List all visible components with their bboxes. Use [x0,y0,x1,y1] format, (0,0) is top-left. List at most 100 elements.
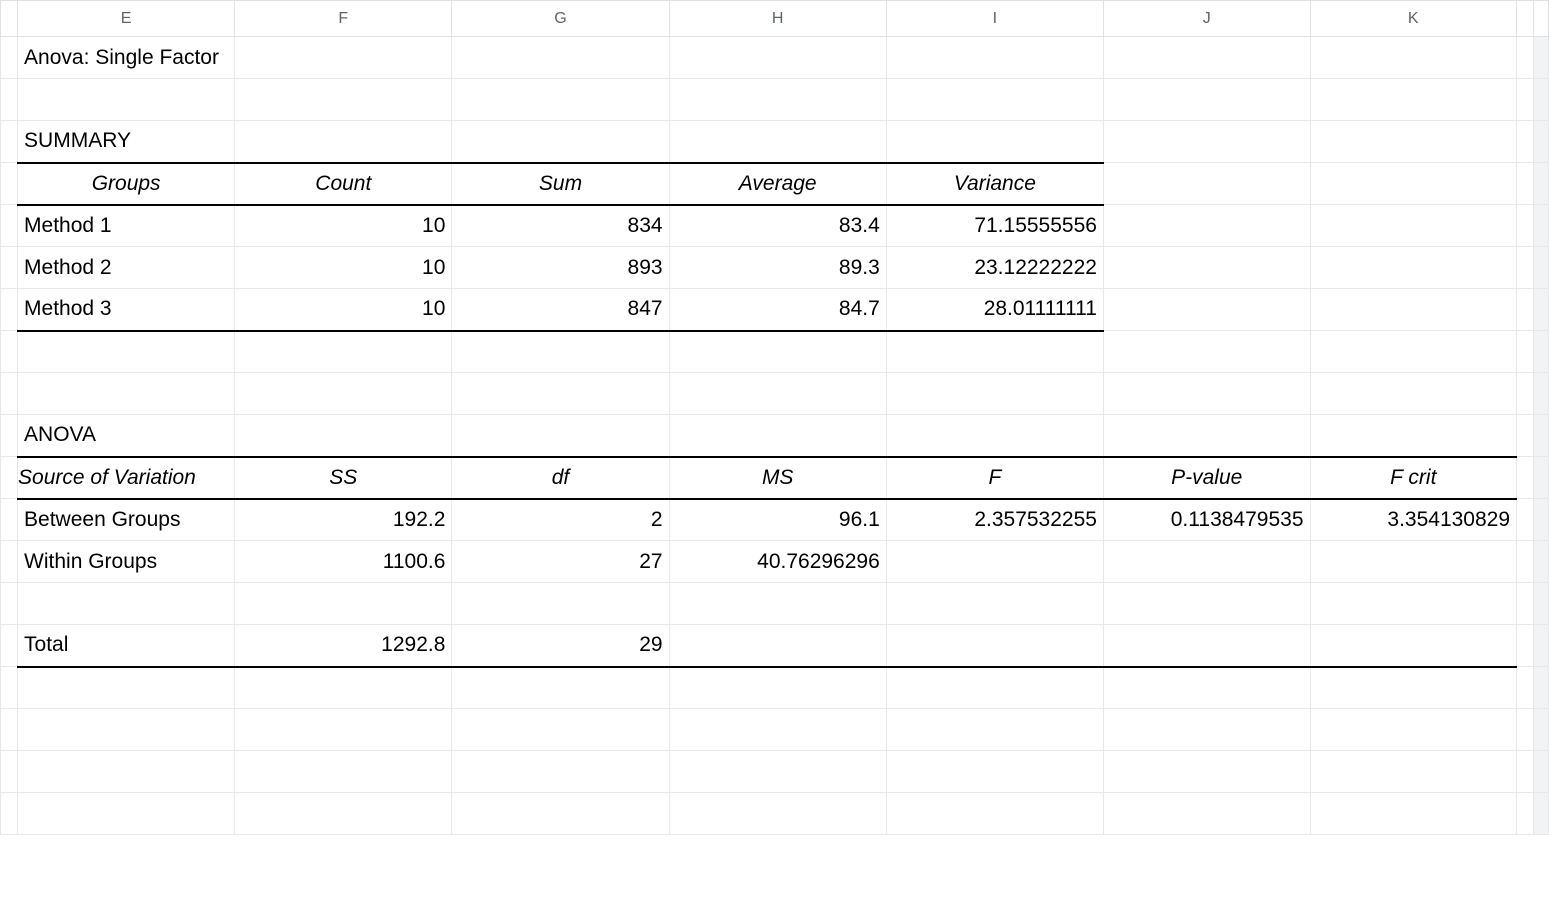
cell[interactable] [1310,583,1517,625]
cell[interactable] [235,415,452,457]
cell[interactable] [452,751,669,793]
anova-between-pvalue[interactable]: 0.1138479535 [1103,499,1310,541]
cell-title[interactable]: Anova: Single Factor [18,37,235,79]
cell[interactable] [886,625,1103,667]
anova-between-ss[interactable]: 192.2 [235,499,452,541]
hdr-pvalue[interactable]: P-value [1103,457,1310,499]
cell[interactable] [1103,709,1310,751]
cell[interactable] [452,793,669,835]
cell[interactable] [669,79,886,121]
cell[interactable] [1310,331,1517,373]
cell[interactable] [886,415,1103,457]
cell[interactable] [886,709,1103,751]
col-header-h[interactable]: H [669,1,886,37]
col-header-e[interactable]: E [18,1,235,37]
cell[interactable] [452,121,669,163]
anova-between-fcrit[interactable]: 3.354130829 [1310,499,1517,541]
hdr-ss[interactable]: SS [235,457,452,499]
cell[interactable] [1310,79,1517,121]
cell[interactable] [669,415,886,457]
cell[interactable] [1310,163,1517,205]
hdr-fcrit[interactable]: F crit [1310,457,1517,499]
anova-within-ss[interactable]: 1100.6 [235,541,452,583]
cell[interactable] [235,751,452,793]
anova-between-f[interactable]: 2.357532255 [886,499,1103,541]
anova-between-df[interactable]: 2 [452,499,669,541]
cell[interactable] [18,331,235,373]
cell[interactable] [1310,667,1517,709]
cell[interactable] [1103,205,1310,247]
cell[interactable] [18,793,235,835]
cell[interactable] [452,37,669,79]
cell[interactable] [235,121,452,163]
anova-total-ss[interactable]: 1292.8 [235,625,452,667]
cell[interactable] [669,121,886,163]
cell[interactable] [886,751,1103,793]
cell[interactable] [18,79,235,121]
cell[interactable] [669,37,886,79]
cell[interactable] [886,373,1103,415]
summary-label[interactable]: SUMMARY [18,121,235,163]
cell[interactable] [235,709,452,751]
col-header-i[interactable]: I [886,1,1103,37]
hdr-f[interactable]: F [886,457,1103,499]
summary-row-sum[interactable]: 834 [452,205,669,247]
cell[interactable] [886,37,1103,79]
anova-within-df[interactable]: 27 [452,541,669,583]
cell[interactable] [1310,625,1517,667]
cell[interactable] [1310,289,1517,331]
hdr-source[interactable]: Source of Variation [18,457,235,499]
hdr-df[interactable]: df [452,457,669,499]
cell[interactable] [669,751,886,793]
anova-between-ms[interactable]: 96.1 [669,499,886,541]
hdr-sum[interactable]: Sum [452,163,669,205]
cell[interactable] [452,415,669,457]
summary-row-variance[interactable]: 71.15555556 [886,205,1103,247]
cell[interactable] [1103,331,1310,373]
hdr-ms[interactable]: MS [669,457,886,499]
cell[interactable] [886,541,1103,583]
cell[interactable] [1310,793,1517,835]
hdr-average[interactable]: Average [669,163,886,205]
cell[interactable] [1310,121,1517,163]
cell[interactable] [235,583,452,625]
cell[interactable] [886,331,1103,373]
cell[interactable] [1310,415,1517,457]
summary-row-average[interactable]: 89.3 [669,247,886,289]
cell[interactable] [18,373,235,415]
cell[interactable] [886,793,1103,835]
cell[interactable] [1310,709,1517,751]
cell[interactable] [669,793,886,835]
col-header-j[interactable]: J [1103,1,1310,37]
cell[interactable] [669,625,886,667]
cell[interactable] [1310,247,1517,289]
hdr-count[interactable]: Count [235,163,452,205]
spreadsheet-grid[interactable]: E F G H I J K Anova: Single Factor [0,0,1549,835]
cell[interactable] [1103,37,1310,79]
cell[interactable] [1103,247,1310,289]
cell[interactable] [886,79,1103,121]
anova-total-df[interactable]: 29 [452,625,669,667]
cell[interactable] [1103,289,1310,331]
cell[interactable] [1103,541,1310,583]
summary-row-average[interactable]: 83.4 [669,205,886,247]
col-header-k[interactable]: K [1310,1,1517,37]
cell[interactable] [235,373,452,415]
cell[interactable] [1103,751,1310,793]
cell[interactable] [1103,667,1310,709]
anova-total-label[interactable]: Total [18,625,235,667]
cell[interactable] [669,709,886,751]
cell[interactable] [1103,625,1310,667]
cell[interactable] [1103,79,1310,121]
cell[interactable] [669,373,886,415]
cell[interactable] [235,667,452,709]
summary-row-sum[interactable]: 893 [452,247,669,289]
cell[interactable] [18,751,235,793]
summary-row-average[interactable]: 84.7 [669,289,886,331]
cell[interactable] [1103,121,1310,163]
hdr-groups[interactable]: Groups [18,163,235,205]
cell[interactable] [1310,541,1517,583]
cell[interactable] [235,37,452,79]
col-header-f[interactable]: F [235,1,452,37]
cell[interactable] [669,583,886,625]
